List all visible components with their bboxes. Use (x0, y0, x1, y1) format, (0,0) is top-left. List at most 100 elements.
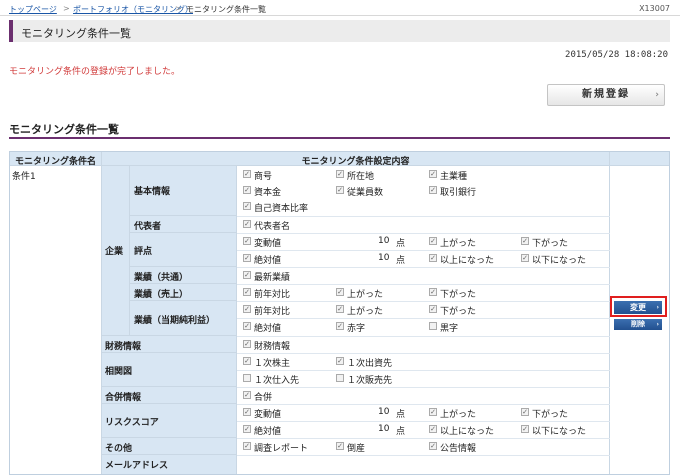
item-tosan: 倒産 (347, 444, 366, 454)
checkbox-icon: ✓ (243, 254, 251, 262)
row-divider (237, 404, 610, 405)
column-header-actions (610, 152, 669, 166)
checkbox-icon: ✓ (243, 288, 251, 296)
item-chosareport: 調査レポート (254, 444, 309, 454)
row-divider (237, 455, 610, 456)
checkbox-icon: ✓ (521, 254, 529, 262)
checkbox-icon: ✓ (243, 425, 251, 433)
item-shiiresaki: １次仕入先 (254, 376, 300, 386)
checkbox-icon: ✓ (336, 186, 344, 194)
section-divider (9, 137, 670, 139)
row-label-kihon: 基本情報 (130, 166, 237, 216)
item-daihyoshamei: 代表者名 (254, 222, 291, 232)
item-shogo: 商号 (254, 172, 273, 182)
checkbox-icon: ✓ (243, 408, 251, 416)
row-label-zaimu: 財務情報 (102, 336, 237, 353)
checkbox-icon: ✓ (521, 408, 529, 416)
item-zettaichi: 絶対値 (254, 427, 282, 437)
item-kabunushi: １次株主 (254, 359, 291, 369)
monitoring-condition-table: モニタリング条件名 モニタリング条件設定内容 条件1 企業 基本情報 代表者 評… (9, 151, 670, 475)
item-sagatta: 下がった (532, 239, 569, 249)
threshold-value: 10 (378, 236, 390, 246)
item-zettaichi: 絶対値 (254, 324, 282, 334)
condition-name-cell: 条件1 (10, 166, 102, 474)
threshold-value: 10 (378, 424, 390, 434)
row-divider (237, 216, 610, 217)
item-jikoshihon: 自己資本比率 (254, 204, 309, 214)
label-text: 合併情報 (105, 393, 142, 403)
item-kokokujoho: 公告情報 (440, 444, 477, 454)
page-title-bar: モニタリング条件一覧 (9, 20, 670, 42)
new-register-button[interactable]: 新規登録 › (547, 84, 665, 106)
delete-button[interactable]: 削除 › (614, 319, 662, 330)
item-akaji: 赤字 (347, 324, 366, 334)
column-header-name: モニタリング条件名 (10, 152, 102, 167)
change-button-highlight (610, 296, 667, 317)
checkbox-icon: ✓ (243, 357, 251, 365)
row-divider (237, 284, 610, 285)
checkbox-icon: ✓ (243, 305, 251, 313)
checkbox-icon: ✓ (429, 237, 437, 245)
checkbox-icon: ✓ (243, 237, 251, 245)
label-text: 財務情報 (105, 342, 142, 352)
item-jugyoinsu: 従業員数 (347, 188, 384, 198)
threshold-value: 10 (378, 253, 390, 263)
item-zennentaihi: 前年対比 (254, 290, 291, 300)
item-agatta: 上がった (440, 410, 477, 420)
row-label-other: その他 (102, 438, 237, 455)
item-agatta: 上がった (347, 307, 384, 317)
item-gappei: 合併 (254, 393, 273, 403)
screen-id: X13007 (639, 4, 670, 13)
checkbox-icon: ✓ (429, 288, 437, 296)
checkbox-icon: ✓ (429, 425, 437, 433)
item-agatta: 上がった (347, 290, 384, 300)
row-label-hyoten: 評点 (130, 233, 237, 267)
checkbox-icon: ✓ (336, 442, 344, 450)
breadcrumb-current: モニタリング条件一覧 (186, 5, 266, 14)
item-sagatta: 下がった (440, 290, 477, 300)
item-sagatta: 下がった (440, 307, 477, 317)
row-divider (237, 387, 610, 388)
checkbox-icon: ✓ (521, 237, 529, 245)
unit-ten: 点 (396, 239, 406, 249)
checkbox-icon: ✓ (336, 357, 344, 365)
row-label-mail: メールアドレス (102, 455, 237, 474)
item-shozaichi: 所在地 (347, 172, 375, 182)
section-title: モニタリング条件一覧 (9, 123, 119, 136)
item-agatta: 上がった (440, 239, 477, 249)
column-header-content: モニタリング条件設定内容 (102, 152, 610, 167)
checkbox-icon: ✓ (336, 288, 344, 296)
row-label-junri: 業績（当期純利益） (130, 301, 237, 336)
item-hendochi: 変動値 (254, 239, 282, 249)
label-text: 評点 (134, 247, 153, 257)
row-divider (237, 336, 610, 337)
item-zaimujoho: 財務情報 (254, 342, 291, 352)
row-label-gappei: 合併情報 (102, 387, 237, 404)
threshold-value: 10 (378, 407, 390, 417)
checkbox-icon: ✓ (243, 202, 251, 210)
item-shusshisaki: １次出資先 (347, 359, 393, 369)
label-text: 業績（売上） (134, 290, 189, 300)
breadcrumb-separator: > (63, 4, 70, 13)
item-shugyoshu: 主業種 (440, 172, 468, 182)
breadcrumb-top-link[interactable]: トップページ (9, 4, 57, 15)
checkbox-icon: ✓ (429, 170, 437, 178)
label-text: 代表者 (134, 222, 162, 232)
checkbox-icon: ✓ (429, 186, 437, 194)
completion-message: モニタリング条件の登録が完了しました。 (9, 67, 181, 77)
label-text: メールアドレス (105, 461, 169, 471)
row-divider (237, 250, 610, 251)
checkbox-icon: ✓ (336, 305, 344, 313)
row-label-kyotsu: 業績（共通） (130, 267, 237, 284)
checkbox-icon: ✓ (243, 442, 251, 450)
checkbox-icon: ✓ (243, 220, 251, 228)
item-hanbaisaki: １次販売先 (347, 376, 393, 386)
label-text: その他 (105, 444, 133, 454)
chevron-right-icon: › (656, 321, 659, 328)
row-label-risk: リスクスコア (102, 404, 237, 438)
item-saishingyoseki: 最新業績 (254, 273, 291, 283)
checkbox-icon: ✓ (243, 322, 251, 330)
item-ijo: 以上になった (440, 427, 495, 437)
item-kuroji: 黒字 (440, 324, 459, 334)
item-sagatta: 下がった (532, 410, 569, 420)
